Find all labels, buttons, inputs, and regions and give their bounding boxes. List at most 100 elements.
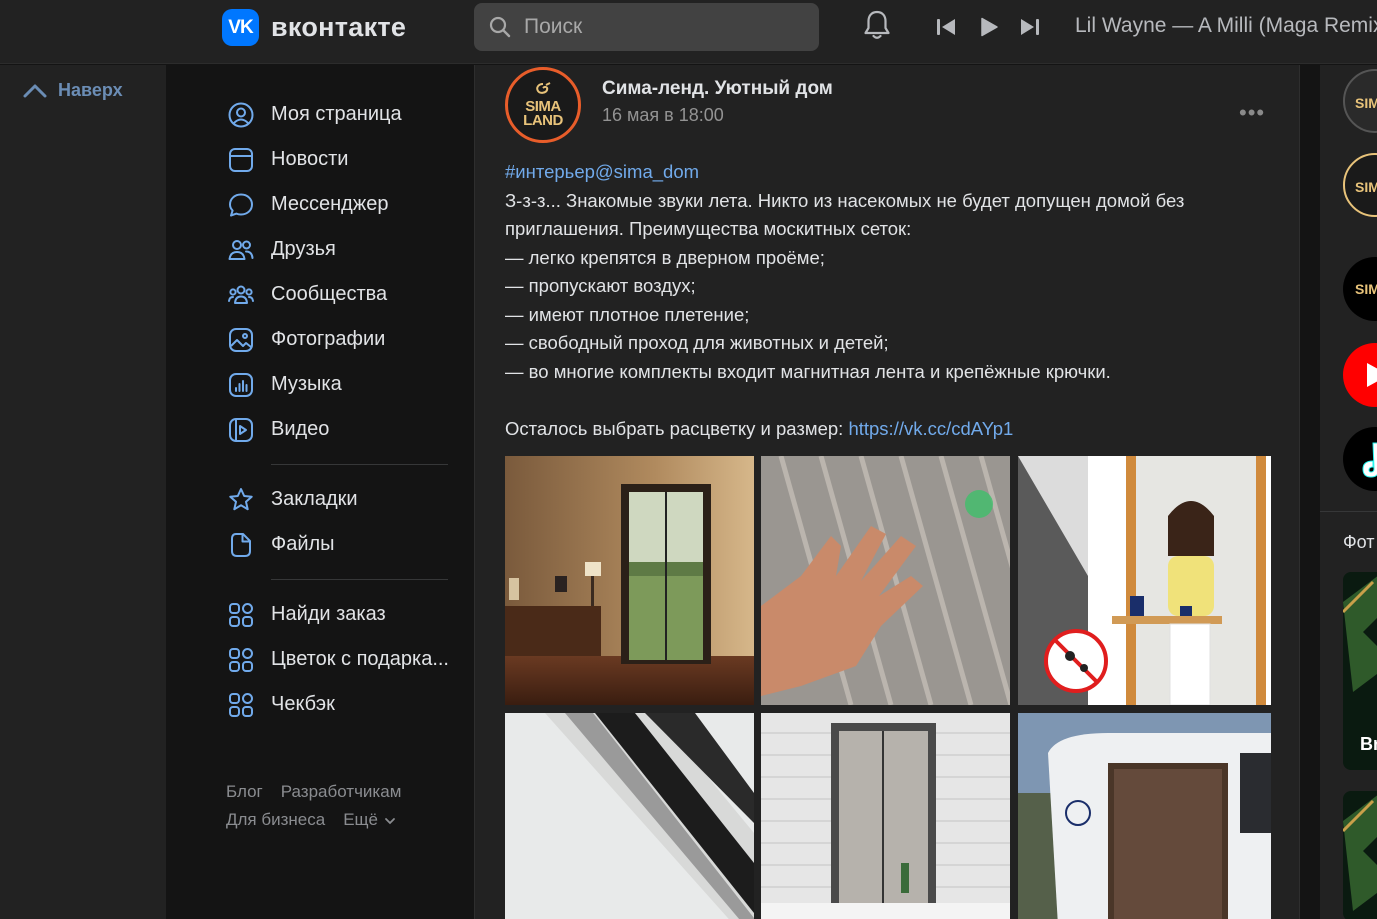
post-photo[interactable] [761, 713, 1010, 919]
sidebar-app-find-order[interactable]: Найди заказ [226, 592, 448, 637]
sidebar-item-friends[interactable]: Друзья [226, 227, 448, 272]
next-track-icon[interactable] [1018, 16, 1042, 38]
post-cta-link[interactable]: https://vk.cc/cdAYp1 [848, 418, 1013, 439]
sidebar-item-label: Фотографии [271, 328, 386, 350]
app-grid-icon [226, 645, 256, 675]
community-avatar[interactable]: SIMA LAND [505, 67, 581, 143]
sidebar-app-checkback[interactable]: Чекбэк [226, 682, 448, 727]
right-card-text: Br [1360, 734, 1377, 754]
sidebar-item-label: Чекбэк [271, 693, 335, 715]
sima-land-avatar[interactable]: SIM [1343, 153, 1377, 217]
vk-logo[interactable]: VK вконтакте [222, 9, 406, 46]
sidebar-app-flower-gift[interactable]: Цветок с подарка... [226, 637, 449, 682]
sidebar-item-music[interactable]: Музыка [226, 362, 448, 407]
post-photo[interactable] [1018, 456, 1271, 705]
right-photo-card[interactable] [1343, 791, 1377, 919]
post-line: — свободный проход для животных и детей; [505, 332, 889, 353]
footer-link-business[interactable]: Для бизнеса [226, 810, 325, 829]
avatar-text-line2: LAND [523, 112, 563, 129]
sidebar-item-files[interactable]: Файлы [226, 522, 448, 567]
sidebar-item-messenger[interactable]: Мессенджер [226, 182, 448, 227]
post-photo[interactable] [505, 713, 754, 919]
sidebar-item-label: Мессенджер [271, 193, 389, 215]
sidebar-item-label: Видео [271, 418, 330, 440]
post-author[interactable]: Сима-ленд. Уютный дом [602, 78, 833, 100]
vk-logo-text: вконтакте [271, 12, 407, 42]
vk-logo-icon: VK [222, 9, 259, 46]
photos-icon [226, 325, 256, 355]
video-icon [226, 415, 256, 445]
sidebar-item-bookmarks[interactable]: Закладки [226, 477, 448, 522]
message-icon [226, 190, 256, 220]
right-sidebar: SIM SIM SIM Фот Br [1320, 65, 1377, 919]
sidebar-item-label: Друзья [271, 238, 336, 260]
footer-link-blog[interactable]: Блог [226, 782, 263, 801]
sidebar-item-my-page[interactable]: Моя страница [226, 92, 448, 137]
sima-land-avatar[interactable]: SIM [1343, 257, 1377, 321]
post-line: З-з-з... Знакомые звуки лета. Никто из н… [505, 189, 1185, 211]
communities-icon [226, 280, 256, 310]
feed-post: SIMA LAND Сима-ленд. Уютный дом 16 мая в… [474, 65, 1300, 919]
footer-more-label: Ещё [343, 810, 378, 829]
sidebar-item-label: Моя страница [271, 103, 402, 125]
search-box[interactable] [474, 3, 819, 51]
right-section-title[interactable]: Фот [1343, 532, 1375, 553]
app-grid-icon [226, 600, 256, 630]
chevron-up-icon [23, 84, 47, 97]
newsfeed-icon [226, 145, 256, 175]
sidebar-divider [271, 464, 448, 465]
youtube-icon[interactable] [1343, 343, 1377, 407]
search-icon [489, 16, 511, 38]
sidebar-item-label: Новости [271, 148, 349, 170]
friends-icon [226, 235, 256, 265]
post-line: — пропускают воздух; [505, 275, 696, 296]
scroll-to-top-link[interactable]: Наверх [22, 80, 123, 101]
sidebar-item-label: Найди заказ [271, 603, 386, 625]
tiktok-icon[interactable] [1343, 427, 1377, 491]
post-hashtag[interactable]: #интерьер@sima_dom [505, 158, 1275, 187]
sidebar-item-news[interactable]: Новости [226, 137, 448, 182]
post-cta: Осталось выбрать расцветку и размер: htt… [505, 415, 1275, 444]
footer-link-more[interactable]: Ещё [343, 810, 396, 829]
scroll-to-top-label: Наверх [58, 80, 123, 100]
post-line: — легко крепятся в дверном проёме; [505, 246, 825, 268]
sidebar-item-video[interactable]: Видео [226, 407, 448, 452]
notifications-bell-icon[interactable] [861, 8, 893, 42]
footer-link-developers[interactable]: Разработчикам [281, 782, 402, 801]
post-photo[interactable] [761, 456, 1010, 705]
right-sidebar-divider [1320, 511, 1377, 512]
play-icon[interactable] [978, 16, 1000, 38]
post-line: — имеют плотное плетение; [505, 303, 750, 325]
sidebar-item-photos[interactable]: Фотографии [226, 317, 448, 362]
user-circle-icon [226, 100, 256, 130]
more-options-icon[interactable]: ••• [1239, 100, 1265, 126]
now-playing-track[interactable]: Lil Wayne — A Milli (Maga Remix) [1075, 14, 1377, 38]
post-text: #интерьер@sima_dom З-з-з... Знакомые зву… [505, 158, 1275, 443]
music-icon [226, 370, 256, 400]
post-date[interactable]: 16 мая в 18:00 [602, 105, 724, 126]
post-photo[interactable] [1018, 713, 1271, 919]
right-photo-card[interactable]: Br [1343, 572, 1377, 770]
post-photo-grid [505, 456, 1271, 919]
post-cta-text: Осталось выбрать расцветку и размер: [505, 417, 849, 439]
post-line: — во многие комплекты входит магнитная л… [505, 360, 1111, 382]
chevron-down-icon [385, 818, 395, 825]
sidebar-item-label: Цветок с подарка... [271, 648, 449, 670]
sidebar-divider [271, 579, 448, 580]
sidebar-item-label: Файлы [271, 533, 335, 555]
sima-land-avatar[interactable]: SIM [1343, 69, 1377, 133]
sidebar-item-label: Музыка [271, 373, 342, 395]
left-gutter [0, 65, 166, 919]
file-icon [226, 530, 256, 560]
app-grid-icon [226, 690, 256, 720]
top-header: VK вконтакте Lil Wayne — A Milli (Maga R… [0, 0, 1377, 64]
previous-track-icon[interactable] [934, 16, 958, 38]
sidebar-item-communities[interactable]: Сообщества [226, 272, 448, 317]
post-line: приглашения. Преимущества москитных сето… [505, 218, 912, 239]
sidebar-footer: Блог Разработчикам Для бизнеса Ещё [226, 778, 456, 834]
post-photo[interactable] [505, 456, 754, 705]
star-icon [226, 485, 256, 515]
sidebar-nav: Моя страница Новости Мессенджер Друзья С… [226, 92, 449, 727]
search-input[interactable] [524, 15, 804, 39]
